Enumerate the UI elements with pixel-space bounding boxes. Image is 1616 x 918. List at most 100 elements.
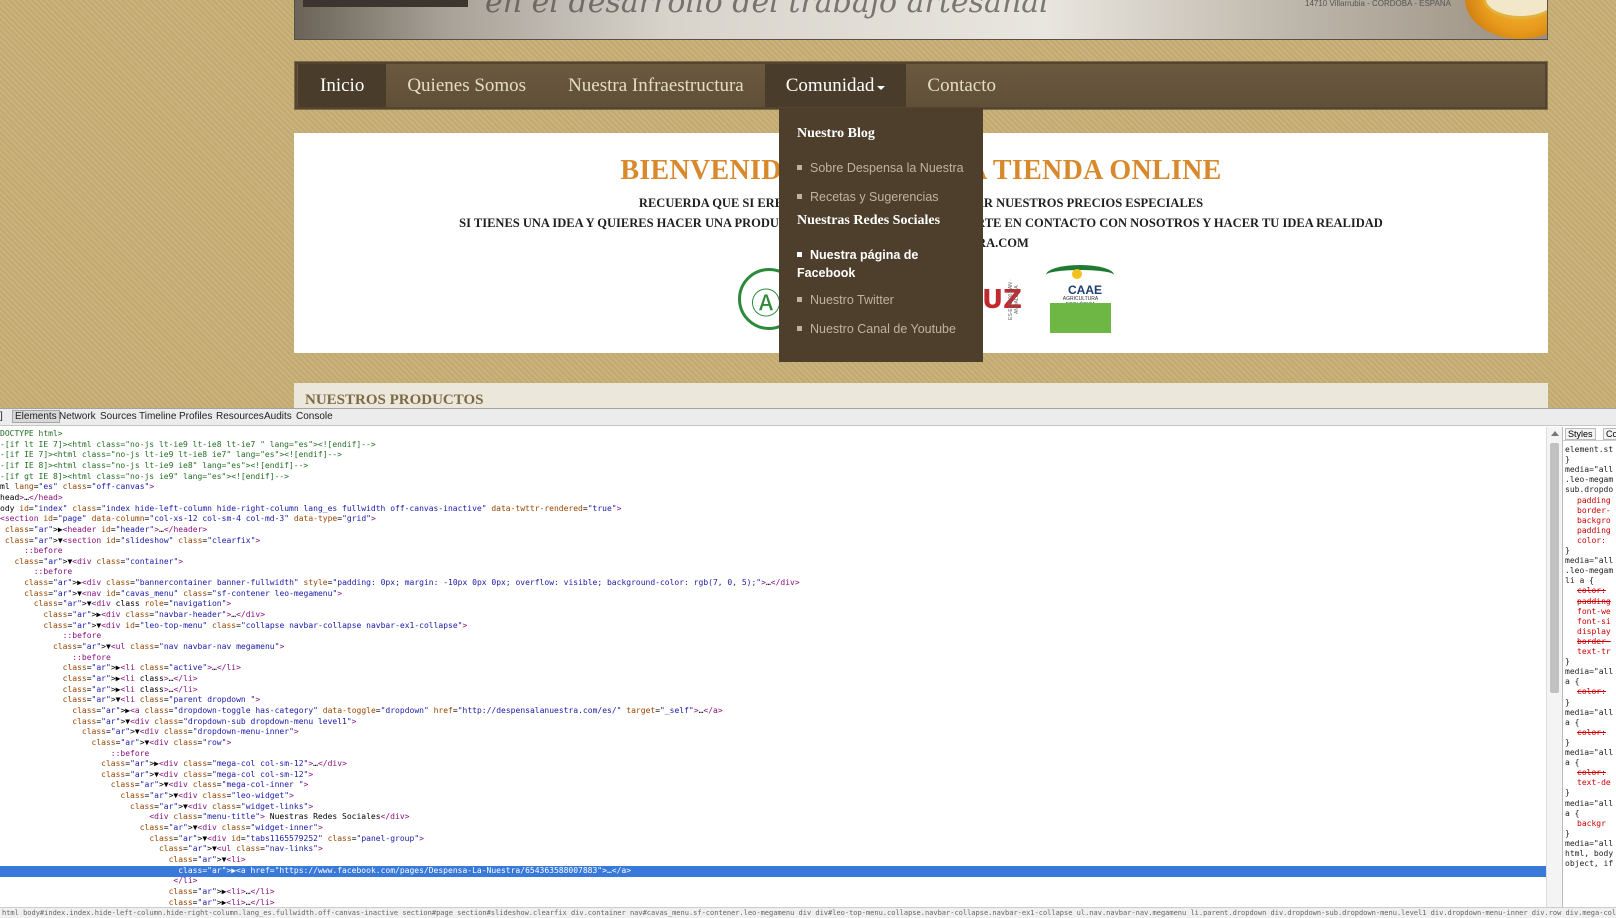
- style-rule-line[interactable]: }: [1565, 738, 1570, 747]
- dom-node-line[interactable]: class="ar">▼<div class="widget-inner">: [0, 823, 323, 834]
- tab-network[interactable]: Network: [57, 411, 98, 422]
- nav-item-inicio[interactable]: Inicio: [298, 64, 387, 107]
- style-rule-line[interactable]: padding: [1565, 526, 1611, 535]
- style-rule-line[interactable]: .leo-megam: [1565, 566, 1613, 575]
- dropdown-link-twitter[interactable]: Nuestro Twitter: [797, 291, 977, 309]
- dom-node-line[interactable]: class="ar">▶<a class="dropdown-toggle ha…: [0, 706, 722, 717]
- dom-node-line[interactable]: class="ar">▼<div id="tabs1165579252" cla…: [0, 834, 424, 845]
- header-banner[interactable]: en el desarrollo del trabajo artesanal 1…: [294, 0, 1548, 40]
- dom-node-line[interactable]: -[if gt IE 8]><html class="no-js ie9" la…: [0, 472, 289, 483]
- style-rule-line[interactable]: element.st: [1565, 445, 1613, 454]
- style-rule-line[interactable]: border-: [1565, 637, 1611, 646]
- dom-node-line[interactable]: </li>: [0, 876, 197, 887]
- style-rule-line[interactable]: backgro: [1565, 516, 1611, 525]
- style-rule-line[interactable]: a {: [1565, 758, 1579, 767]
- style-rule-line[interactable]: color:: [1565, 536, 1606, 545]
- dom-node-line[interactable]: class="ar">▼<div class="mega-col-inner "…: [0, 780, 309, 791]
- style-rule-line[interactable]: }: [1565, 657, 1570, 666]
- style-rule-line[interactable]: media="all: [1565, 799, 1613, 808]
- style-rule-line[interactable]: color:: [1565, 728, 1606, 737]
- style-rule-line[interactable]: media="all: [1565, 748, 1613, 757]
- style-rule-line[interactable]: media="all: [1565, 465, 1613, 474]
- dom-node-line[interactable]: class="ar">▼<div class="row">: [0, 738, 232, 749]
- dom-node-line[interactable]: class="ar">▼<div class="mega-col col-sm-…: [0, 770, 313, 781]
- style-rule-line[interactable]: padding: [1565, 597, 1611, 606]
- style-rule-line[interactable]: object, if: [1565, 859, 1613, 868]
- dom-node-line[interactable]: head>…</head>: [0, 493, 63, 504]
- dom-node-line[interactable]: class="ar">▼<li class="parent dropdown "…: [0, 695, 261, 706]
- tab-elements[interactable]: Elements: [12, 410, 60, 423]
- nav-item-quienes-somos[interactable]: Quienes Somos: [386, 64, 547, 107]
- nav-item-infraestructura[interactable]: Nuestra Infraestructura: [547, 64, 765, 107]
- style-rule-line[interactable]: }: [1565, 455, 1570, 464]
- dropdown-link-youtube[interactable]: Nuestro Canal de Youtube: [797, 320, 977, 338]
- dom-node-line[interactable]: -[if lt IE 7]><html class="no-js lt-ie9 …: [0, 440, 376, 451]
- dropdown-heading-blog[interactable]: Nuestro Blog: [797, 126, 875, 142]
- style-rule-line[interactable]: color:: [1565, 768, 1606, 777]
- tab-sources[interactable]: Sources: [98, 411, 139, 422]
- dom-node-line[interactable]: class="ar">▼<div class="dropdown-menu-in…: [0, 727, 299, 738]
- dom-node-line[interactable]: ::before: [0, 749, 150, 760]
- dom-node-line[interactable]: ::before: [0, 631, 102, 642]
- dom-node-line[interactable]: ody id="index" class="index hide-left-co…: [0, 504, 621, 515]
- dom-node-line[interactable]: class="ar">▶<li class>…</li>: [0, 674, 198, 685]
- nav-item-contacto[interactable]: Contacto: [906, 64, 1017, 107]
- style-rule-line[interactable]: html, body: [1565, 849, 1613, 858]
- dom-node-line[interactable]: <section id="page" data-column="col-xs-1…: [0, 514, 376, 525]
- tab-audits[interactable]: Audits: [262, 411, 294, 422]
- style-rule-line[interactable]: text-de: [1565, 778, 1611, 787]
- style-rule-line[interactable]: media="all: [1565, 667, 1613, 676]
- dom-node-line[interactable]: class="ar">▼<div class="widget-links">: [0, 802, 313, 813]
- dom-node-line[interactable]: class="ar">▼<div class="dropdown-sub dro…: [0, 717, 356, 728]
- nav-item-comunidad[interactable]: Comunidad: [764, 64, 907, 107]
- dom-node-line[interactable]: class="ar">▶<div class="bannercontainer …: [0, 578, 800, 589]
- tab-timeline[interactable]: Timeline: [137, 411, 178, 422]
- tab-console[interactable]: Console: [294, 411, 335, 422]
- dom-node-line[interactable]: class="ar">▶<header id="header">…</heade…: [0, 525, 207, 536]
- style-rule-line[interactable]: font-we: [1565, 607, 1611, 616]
- dom-node-line[interactable]: class="ar">▼<li>: [0, 855, 246, 866]
- style-rule-line[interactable]: display: [1565, 627, 1611, 636]
- dom-node-line[interactable]: class="ar">▶<li class>…</li>: [0, 685, 198, 696]
- style-rule-line[interactable]: .leo-megam: [1565, 475, 1613, 484]
- style-rule-line[interactable]: }: [1565, 546, 1570, 555]
- style-rule-line[interactable]: media="all: [1565, 556, 1613, 565]
- dropdown-link-facebook[interactable]: Nuestra página de Facebook: [797, 246, 947, 282]
- dom-tree[interactable]: DOCTYPE html> -[if lt IE 7]><html class="…: [0, 427, 1546, 918]
- dom-node-line[interactable]: ::before: [0, 567, 73, 578]
- dom-node-selected[interactable]: class="ar">▶<a href="https://www.faceboo…: [0, 865, 1546, 877]
- style-rule-line[interactable]: border-: [1565, 506, 1611, 515]
- tab-computed[interactable]: Co: [1603, 428, 1616, 440]
- dropdown-link-recetas[interactable]: Recetas y Sugerencias: [797, 188, 977, 206]
- dom-node-line[interactable]: <div class="menu-title"> Nuestras Redes …: [0, 812, 409, 823]
- dom-node-line[interactable]: class="ar">▼<div class role="navigation"…: [0, 599, 232, 610]
- style-rule-line[interactable]: a {: [1565, 677, 1579, 686]
- dom-tree-scrollbar[interactable]: [1546, 427, 1562, 918]
- dom-node-line[interactable]: -[if IE 8]><html class="no-js lt-ie9 ie8…: [0, 461, 308, 472]
- dom-node-line[interactable]: class="ar">▼<div class="leo-widget">: [0, 791, 293, 802]
- dom-node-line[interactable]: ::before: [0, 653, 111, 664]
- style-rule-line[interactable]: }: [1565, 788, 1570, 797]
- style-rule-line[interactable]: media="all: [1565, 839, 1613, 848]
- dom-node-line[interactable]: class="ar">▼<div class="container">: [0, 557, 183, 568]
- tab-styles[interactable]: Styles: [1565, 428, 1596, 440]
- style-rule-line[interactable]: li a {: [1565, 576, 1594, 585]
- dom-node-line[interactable]: ml lang="es" class="off-canvas">: [0, 482, 154, 493]
- dom-node-line[interactable]: class="ar">▼<ul class="nav navbar-nav me…: [0, 642, 284, 653]
- scrollbar-thumb[interactable]: [1550, 443, 1559, 693]
- style-rule-line[interactable]: a {: [1565, 718, 1579, 727]
- style-rule-line[interactable]: padding: [1565, 496, 1611, 505]
- dock-toggle-icon[interactable]: ]: [0, 411, 3, 422]
- style-rule-line[interactable]: a {: [1565, 809, 1579, 818]
- dom-node-line[interactable]: -[if IE 7]><html class="no-js lt-ie9 lt-…: [0, 450, 342, 461]
- style-rule-line[interactable]: sub.dropdo: [1565, 485, 1613, 494]
- style-rule-line[interactable]: }: [1565, 829, 1570, 838]
- style-rule-line[interactable]: media="all: [1565, 708, 1613, 717]
- dom-node-line[interactable]: DOCTYPE html>: [0, 429, 63, 440]
- style-rule-line[interactable]: color:: [1565, 586, 1606, 595]
- style-rule-line[interactable]: text-tr: [1565, 647, 1611, 656]
- dom-node-line[interactable]: class="ar">▶<li>…</li>: [0, 887, 275, 898]
- dom-node-line[interactable]: ::before: [0, 546, 63, 557]
- style-rule-line[interactable]: backgr: [1565, 819, 1606, 828]
- style-rule-line[interactable]: color:: [1565, 687, 1606, 696]
